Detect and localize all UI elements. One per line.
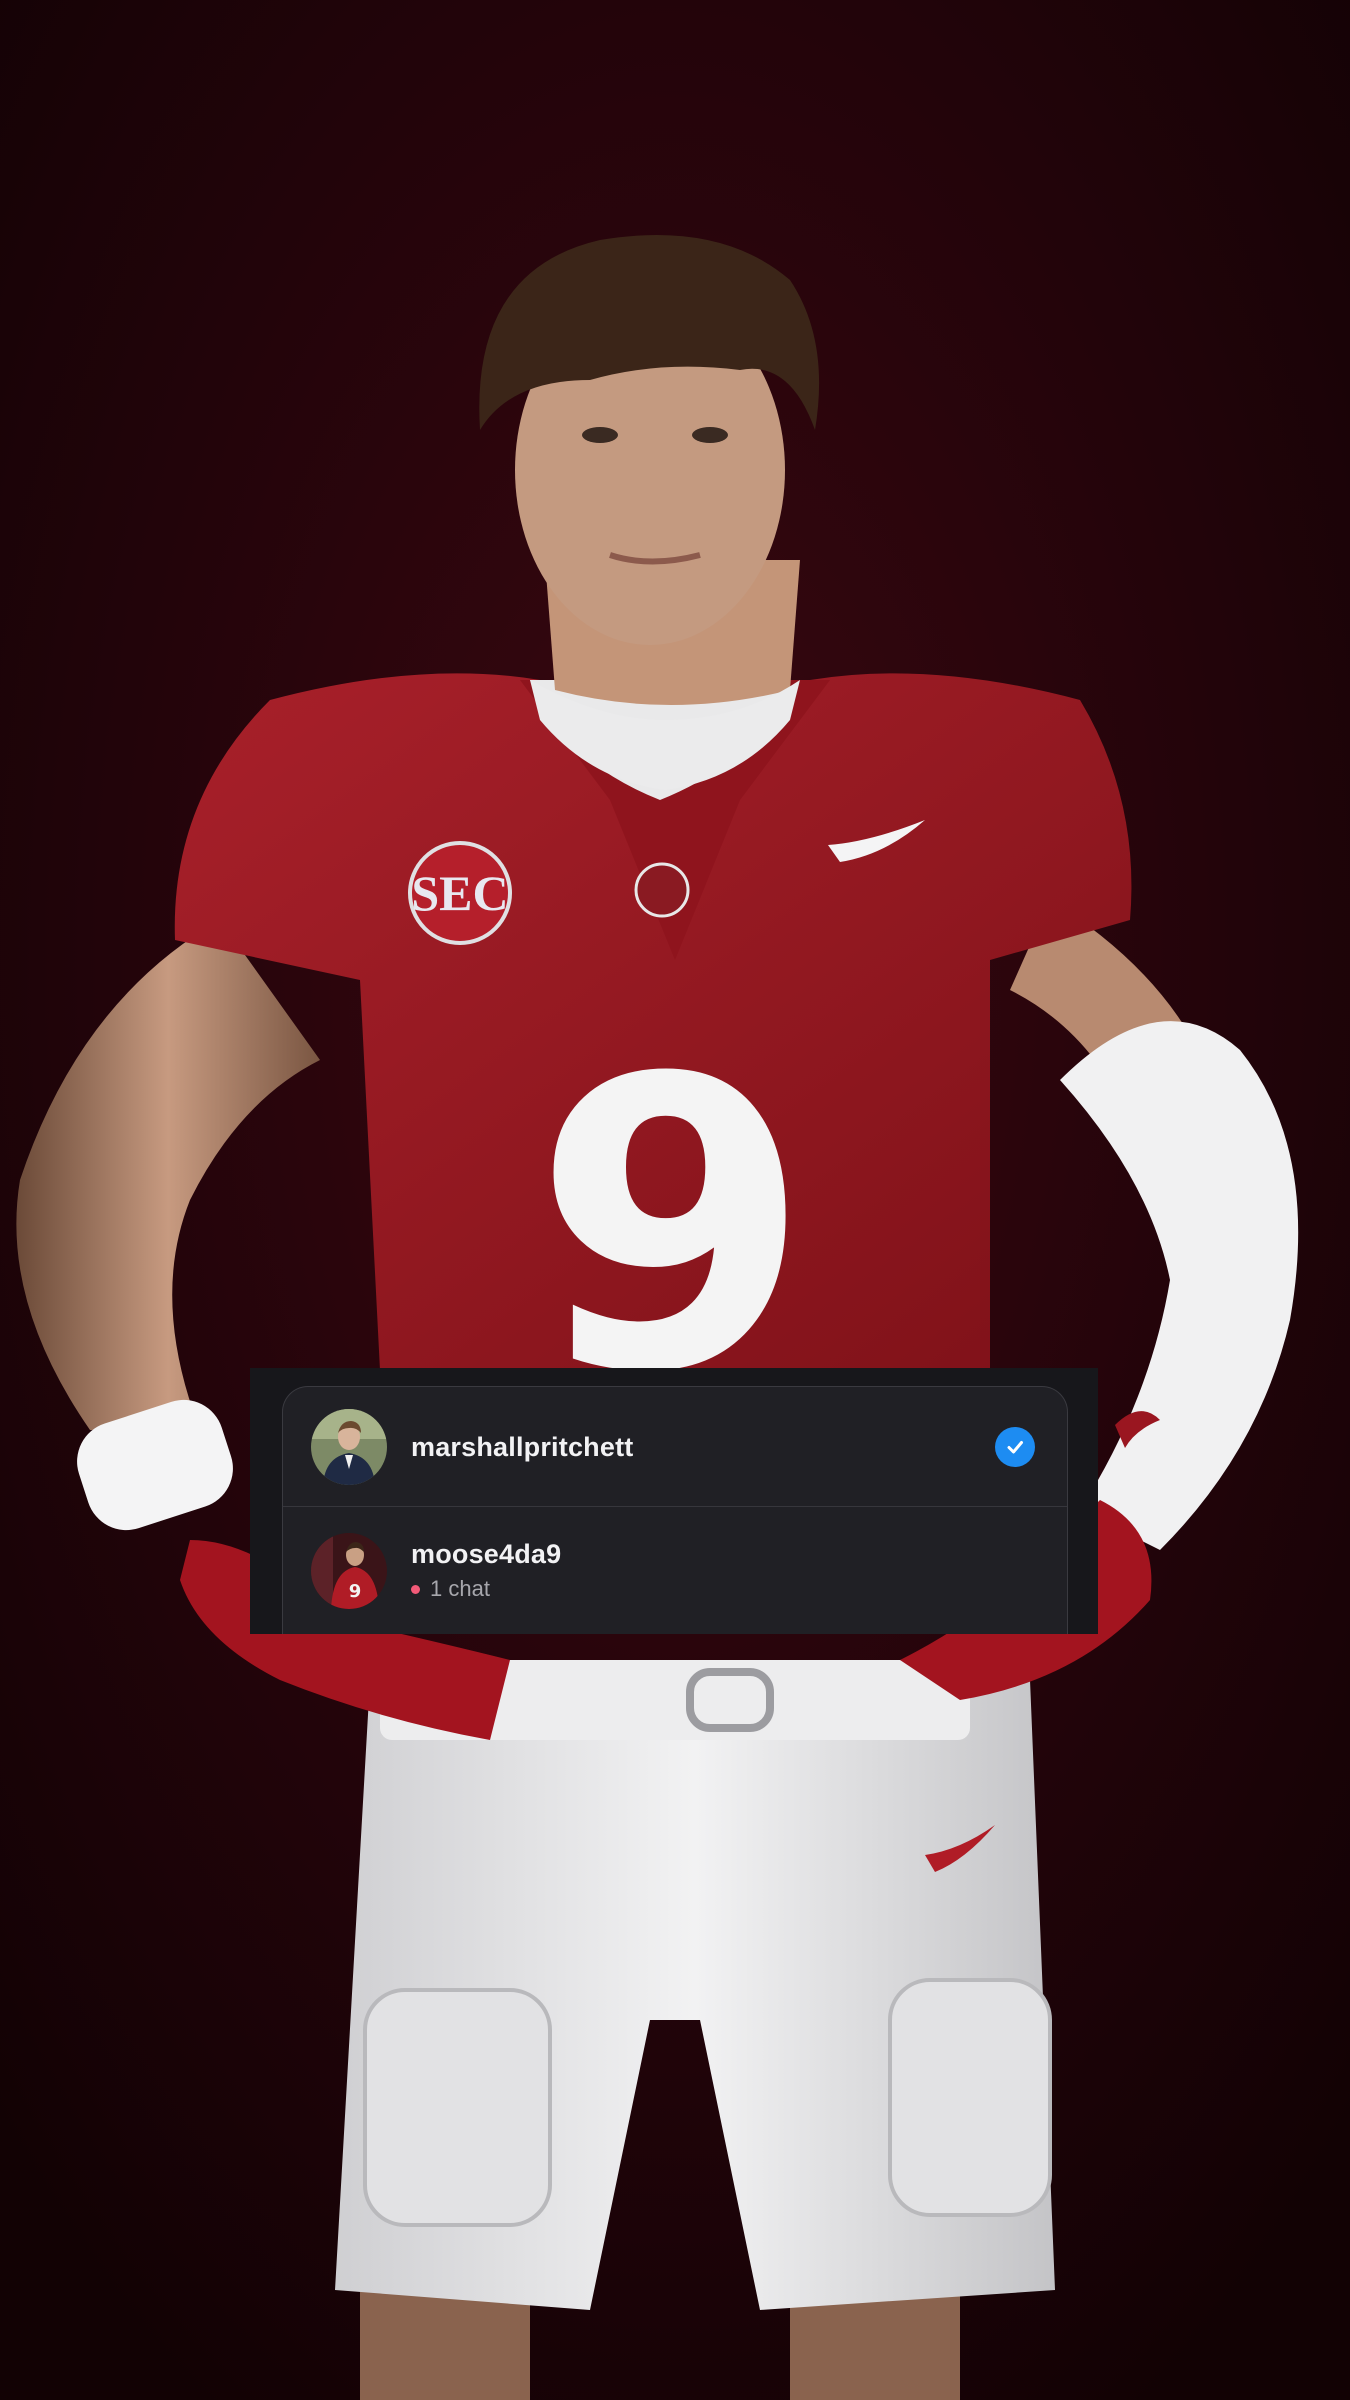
username: moose4da9 — [411, 1539, 562, 1569]
screen: SEC 9 marshallpritchett 9 moose4da9 1 ch… — [0, 0, 1350, 2400]
account-switcher: marshallpritchett 9 moose4da9 1 chat — [250, 1368, 1098, 1634]
svg-text:9: 9 — [349, 1581, 362, 1602]
account-row-marshallpritchett[interactable]: marshallpritchett — [283, 1387, 1067, 1507]
account-list: marshallpritchett 9 moose4da9 1 chat — [282, 1386, 1068, 1634]
chat-count-label: 1 chat — [430, 1576, 490, 1601]
sec-patch-label: SEC — [411, 865, 508, 921]
unread-dot-icon — [411, 1584, 420, 1594]
player-photo: SEC 9 — [0, 0, 1350, 2400]
account-row-moose4da9[interactable]: 9 moose4da9 1 chat — [283, 1509, 1067, 1633]
username: marshallpritchett — [411, 1431, 634, 1462]
unread-chat-status: 1 chat — [411, 1574, 1035, 1604]
avatar — [311, 1408, 387, 1485]
checkmark-circle-icon — [995, 1426, 1035, 1467]
avatar: 9 — [311, 1533, 387, 1609]
